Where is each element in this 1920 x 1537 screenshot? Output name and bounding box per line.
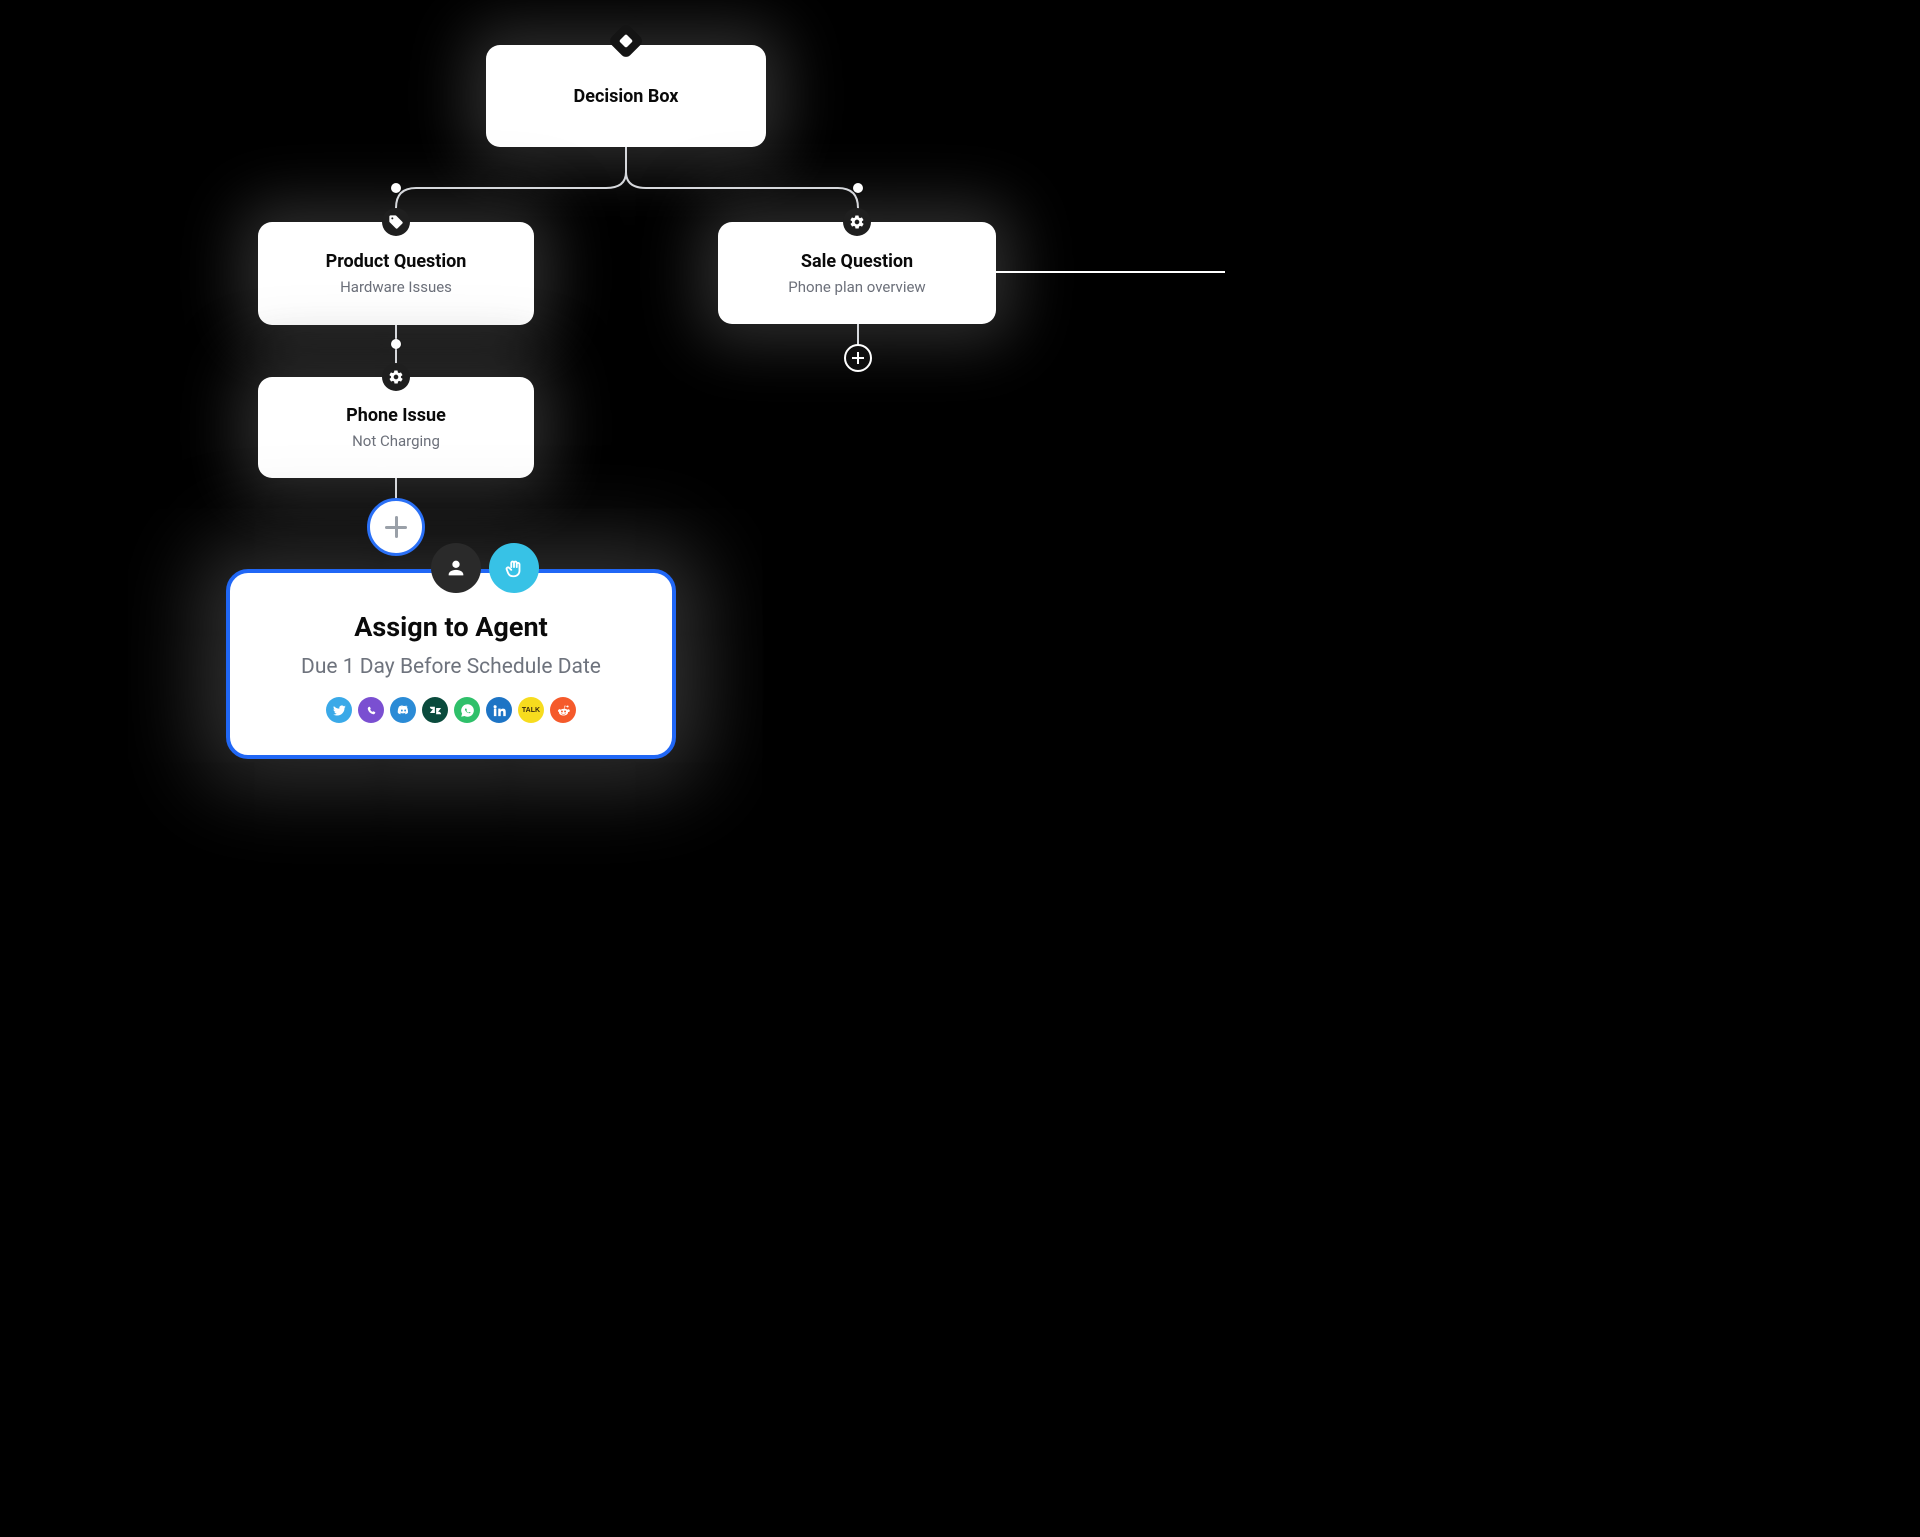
gear-icon: [382, 363, 410, 391]
tag-icon: [382, 208, 410, 236]
node-decision-box[interactable]: Decision Box: [486, 45, 766, 147]
connection-dot: [391, 183, 401, 193]
diamond-icon: [608, 23, 645, 60]
node-subtitle: Hardware Issues: [340, 278, 452, 296]
gear-icon: [843, 208, 871, 236]
node-phone-issue[interactable]: Phone Issue Not Charging: [258, 377, 534, 478]
node-subtitle: Due 1 Day Before Schedule Date: [301, 655, 601, 679]
node-title: Decision Box: [574, 86, 679, 107]
reddit-icon: [550, 697, 576, 723]
node-title: Product Question: [326, 251, 467, 272]
node-sale-question[interactable]: Sale Question Phone plan overview: [718, 222, 996, 324]
node-subtitle: Not Charging: [352, 432, 440, 450]
twitter-icon: [326, 697, 352, 723]
node-title: Sale Question: [801, 251, 913, 272]
kakao-label: TALK: [522, 707, 540, 714]
kakaotalk-icon: TALK: [518, 697, 544, 723]
grab-hand-icon[interactable]: [489, 543, 539, 593]
workflow-canvas[interactable]: Decision Box Product Question Hardware I…: [0, 0, 1225, 980]
person-icon: [431, 543, 481, 593]
add-step-button[interactable]: [844, 344, 872, 372]
discord-icon: [390, 697, 416, 723]
node-title: Phone Issue: [346, 405, 446, 426]
add-step-button[interactable]: [367, 498, 425, 556]
zendesk-icon: [422, 697, 448, 723]
linkedin-icon: [486, 697, 512, 723]
node-product-question[interactable]: Product Question Hardware Issues: [258, 222, 534, 325]
node-subtitle: Phone plan overview: [788, 278, 925, 296]
connector-lines: [0, 0, 1225, 980]
node-title: Assign to Agent: [354, 611, 547, 643]
connection-dot: [391, 339, 401, 349]
connection-dot: [853, 183, 863, 193]
channel-icons-row: TALK: [326, 697, 576, 723]
viber-icon: [358, 697, 384, 723]
whatsapp-icon: [454, 697, 480, 723]
node-assign-to-agent[interactable]: Assign to Agent Due 1 Day Before Schedul…: [226, 569, 676, 759]
